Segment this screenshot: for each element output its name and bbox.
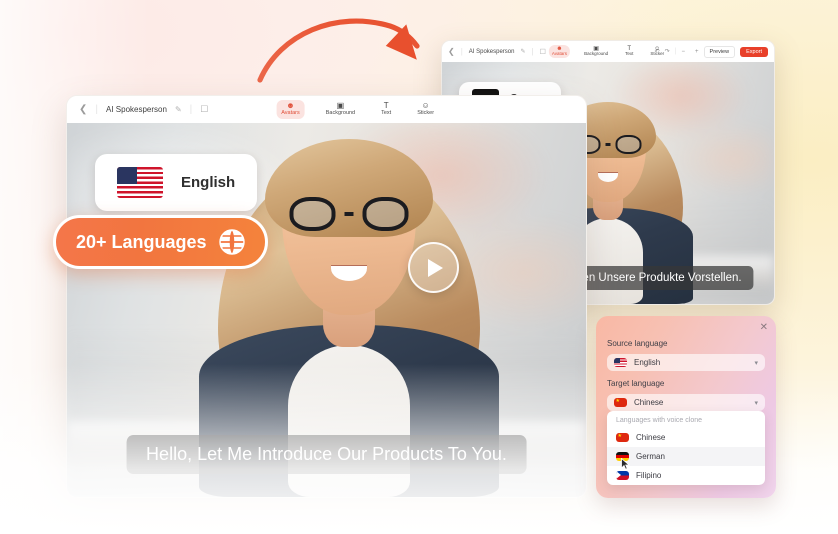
main-language-chip[interactable]: English — [95, 154, 258, 211]
tool-label: Sticker — [650, 51, 665, 57]
language-settings-panel: ✕ Source language English ▾ Target langu… — [596, 316, 776, 498]
tool-label: Text — [625, 51, 634, 57]
main-language-label: English — [181, 174, 236, 191]
main-editor-window: ❮ | AI Spokesperson ✎ | ☐ ☻ Avatars ▣ Ba… — [66, 95, 587, 498]
main-caption: Hello, Let Me Introduce Our Products To … — [126, 435, 527, 474]
play-button[interactable] — [408, 242, 459, 293]
languages-badge-label: 20+ Languages — [76, 231, 207, 252]
cn-flag-star: ★ — [617, 433, 622, 439]
save-icon[interactable]: ☐ — [200, 104, 208, 115]
ph-flag — [616, 471, 629, 480]
dropdown-header: Languages with voice clone — [616, 417, 703, 424]
source-language-value: English — [634, 358, 661, 367]
preview-button[interactable]: Preview — [703, 45, 736, 58]
globe-icon — [218, 229, 245, 255]
tool-label: Sticker — [417, 110, 435, 117]
tool-label: Background — [325, 110, 356, 117]
source-language-select[interactable]: English ▾ — [607, 354, 765, 371]
tool-sticker[interactable]: ☺ Sticker — [647, 45, 667, 58]
tool-label: Text — [381, 110, 392, 117]
us-flag — [117, 167, 163, 198]
tool-text[interactable]: T Text — [622, 45, 636, 58]
image-icon: ▣ — [336, 101, 345, 111]
main-editor-toolbar: ☻ Avatars ▣ Background T Text ☺ Sticker — [276, 100, 439, 119]
dropdown-option-filipino[interactable]: Filipino — [607, 466, 765, 485]
tool-avatars[interactable]: ☻ Avatars — [548, 45, 571, 58]
titlebar-divider-2: | — [189, 104, 193, 115]
titlebar-divider-2: | — [531, 47, 534, 56]
tool-label: Avatars — [551, 51, 568, 57]
chevron-down-icon: ▾ — [754, 359, 758, 367]
ph-flag-triangle — [616, 471, 621, 479]
tool-sticker[interactable]: ☺ Sticker — [412, 100, 439, 119]
preview-window-toolbar: ☻ Avatars ▣ Background T Text ☺ Sticker — [548, 45, 667, 58]
titlebar-divider: | — [460, 47, 463, 56]
chevron-left-icon[interactable]: ❮ — [79, 104, 87, 115]
main-editor-stage: English Hello, Let Me Introduce Our Prod… — [67, 123, 586, 497]
chevron-left-icon[interactable]: ❮ — [448, 47, 455, 56]
source-language-label: Source language — [607, 339, 668, 348]
main-editor-titlebar: ❮ | AI Spokesperson ✎ | ☐ ☻ Avatars ▣ Ba… — [67, 96, 586, 123]
dropdown-option-german[interactable]: German — [607, 447, 765, 470]
target-language-dropdown: Languages with voice clone ★ Chinese Ger… — [607, 411, 765, 485]
tool-background[interactable]: ▣ Background — [321, 100, 360, 119]
preview-window-titlebar: ❮ | AI Spokesperson ✎ | ☐ ☻ Avatars ▣ Ba… — [442, 41, 774, 62]
preview-window-title: AI Spokesperson — [468, 48, 515, 55]
dropdown-option-label: German — [636, 452, 665, 461]
target-language-select[interactable]: ★ Chinese ▾ — [607, 394, 765, 411]
save-icon[interactable]: ☐ — [540, 48, 546, 56]
tool-label: Avatars — [281, 110, 300, 117]
target-language-label: Target language — [607, 379, 665, 388]
main-editor-title: AI Spokesperson — [106, 105, 167, 114]
cn-flag: ★ — [614, 398, 627, 407]
avatar-icon: ☻ — [286, 101, 295, 111]
us-flag-canton — [117, 167, 137, 184]
export-button[interactable]: Export — [740, 46, 768, 57]
zoom-out-icon[interactable]: − — [682, 49, 686, 55]
cn-flag: ★ — [616, 433, 629, 442]
us-flag — [614, 358, 627, 367]
play-icon — [428, 258, 443, 277]
chevron-down-icon: ▾ — [754, 399, 758, 407]
pencil-icon[interactable]: ✎ — [520, 48, 525, 55]
titlebar-divider: | — [95, 104, 98, 115]
cn-flag-star: ★ — [615, 398, 620, 404]
us-flag-canton — [614, 358, 620, 363]
tool-text[interactable]: T Text — [376, 100, 396, 119]
dropdown-option-chinese[interactable]: ★ Chinese — [607, 428, 765, 447]
sticker-icon: ☺ — [421, 101, 430, 111]
tool-label: Background — [584, 51, 609, 57]
main-caption-text: Hello, Let Me Introduce Our Products To … — [146, 444, 507, 464]
zoom-in-icon[interactable]: + — [695, 49, 699, 55]
languages-badge: 20+ Languages — [53, 215, 268, 269]
pencil-icon[interactable]: ✎ — [175, 105, 182, 114]
target-language-value: Chinese — [634, 398, 664, 407]
curved-arrow — [250, 8, 450, 88]
text-icon: T — [383, 101, 389, 111]
dropdown-option-label: Filipino — [636, 471, 662, 480]
tool-avatars[interactable]: ☻ Avatars — [276, 100, 305, 119]
close-icon[interactable]: ✕ — [760, 322, 768, 333]
dropdown-option-label: Chinese — [636, 433, 666, 442]
tool-background[interactable]: ▣ Background — [581, 45, 611, 58]
toolbar-divider: | — [674, 48, 677, 55]
